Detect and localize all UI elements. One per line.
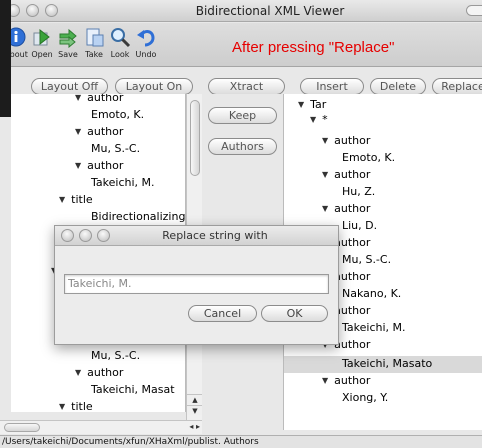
- tree-node[interactable]: ▼author: [75, 159, 123, 172]
- layout-on-button[interactable]: Layout On: [115, 78, 193, 95]
- save-button[interactable]: Save: [54, 26, 82, 59]
- magnifier-icon: [111, 28, 131, 48]
- disclosure-triangle-icon[interactable]: ▼: [310, 115, 316, 124]
- look-label: Look: [110, 50, 130, 59]
- layout-off-button[interactable]: Layout Off: [31, 78, 108, 95]
- tree-node[interactable]: ▼author: [75, 125, 123, 138]
- app-window: Bidirectional XML Viewer About Open Save…: [0, 0, 482, 448]
- tree-node[interactable]: ▼ title: [59, 193, 93, 206]
- tree-text-selected[interactable]: Takeichi, Masato: [342, 357, 432, 370]
- toolbar: About Open Save Take Look Undo After pre…: [0, 23, 482, 67]
- open-arrow-icon: [33, 28, 50, 46]
- replace-string-input[interactable]: Takeichi, M.: [64, 274, 329, 294]
- xtract-button[interactable]: Xtract: [208, 78, 285, 95]
- tree-node[interactable]: ▼ Tar: [298, 98, 326, 111]
- save-arrows-icon: [59, 28, 77, 48]
- tree-text[interactable]: Bidirectionalizing: [91, 210, 185, 223]
- disclosure-triangle-icon[interactable]: ▼: [298, 100, 304, 109]
- scroll-thumb[interactable]: [190, 100, 200, 176]
- horizontal-scroll-thumb[interactable]: [4, 423, 40, 432]
- look-button[interactable]: Look: [106, 26, 134, 59]
- take-button[interactable]: Take: [80, 26, 108, 59]
- open-label: Open: [31, 50, 53, 59]
- tree-text[interactable]: Hu, Z.: [342, 185, 375, 198]
- take-document-icon: [86, 28, 104, 47]
- ok-button[interactable]: OK: [261, 305, 328, 322]
- open-button[interactable]: Open: [28, 26, 56, 59]
- disclosure-triangle-icon[interactable]: ▼: [75, 94, 81, 102]
- button-row: Layout Off Layout On Xtract Insert Delet…: [0, 68, 482, 95]
- tree-text[interactable]: Emoto, K.: [91, 108, 144, 121]
- disclosure-triangle-icon[interactable]: ▼: [59, 402, 65, 411]
- replace-dialog: Replace string with Takeichi, M. Cancel …: [54, 225, 339, 345]
- window-title: Bidirectional XML Viewer: [195, 4, 345, 18]
- delete-button[interactable]: Delete: [370, 78, 426, 95]
- tree-node[interactable]: ▼ *: [310, 113, 328, 126]
- tree-text[interactable]: Mu, S.-C.: [91, 349, 140, 362]
- left-horizontal-scrollbar[interactable]: ◂ ▸: [0, 420, 202, 434]
- save-label: Save: [58, 50, 78, 59]
- disclosure-triangle-icon[interactable]: ▼: [75, 161, 81, 170]
- tree-text[interactable]: Takeichi, M.: [91, 176, 155, 189]
- tree-text[interactable]: Nakano, K.: [342, 287, 401, 300]
- undo-arrow-icon: [137, 30, 155, 47]
- dialog-minimize-icon[interactable]: [79, 229, 92, 242]
- disclosure-triangle-icon[interactable]: ▼: [322, 204, 328, 213]
- replace-button[interactable]: Replace: [432, 78, 482, 95]
- tree-node[interactable]: ▼author: [75, 366, 123, 379]
- tree-text[interactable]: Xiong, Y.: [342, 391, 388, 404]
- minimize-window-icon[interactable]: [26, 4, 39, 17]
- zoom-window-icon[interactable]: [45, 4, 58, 17]
- tree-text[interactable]: Mu, S.-C.: [342, 253, 391, 266]
- keep-button[interactable]: Keep: [208, 107, 277, 124]
- tree-text[interactable]: Takeichi, M.: [342, 321, 406, 334]
- dialog-close-icon[interactable]: [61, 229, 74, 242]
- disclosure-triangle-icon[interactable]: ▼: [75, 127, 81, 136]
- tree-node[interactable]: ▼ title: [59, 400, 93, 412]
- tree-text[interactable]: Emoto, K.: [342, 151, 395, 164]
- disclosure-triangle-icon[interactable]: ▼: [59, 195, 65, 204]
- tree-text[interactable]: Mu, S.-C.: [91, 142, 140, 155]
- authors-button[interactable]: Authors: [208, 138, 277, 155]
- scroll-down-icon[interactable]: ▼: [187, 405, 203, 415]
- tree-text[interactable]: Liu, D.: [342, 219, 377, 232]
- dialog-title: Replace string with: [162, 229, 268, 242]
- undo-button[interactable]: Undo: [132, 26, 160, 59]
- tree-text[interactable]: Takeichi, Masat: [91, 383, 175, 396]
- disclosure-triangle-icon[interactable]: ▼: [322, 170, 328, 179]
- scroll-up-icon[interactable]: ▲: [187, 394, 203, 404]
- tree-node[interactable]: ▼author: [322, 134, 370, 147]
- background-edge: [0, 0, 11, 117]
- dialog-title-bar: Replace string with: [55, 226, 338, 246]
- tree-node[interactable]: ▼author: [322, 374, 370, 387]
- scroll-left-right-icon[interactable]: ◂ ▸: [189, 422, 200, 431]
- disclosure-triangle-icon[interactable]: ▼: [75, 368, 81, 377]
- status-bar: /Users/takeichi/Documents/xfun/XHaXml/pu…: [0, 435, 482, 448]
- title-bar: Bidirectional XML Viewer: [0, 0, 482, 22]
- undo-label: Undo: [135, 50, 157, 59]
- tree-node[interactable]: ▼author: [322, 202, 370, 215]
- toolbar-toggle-button[interactable]: [466, 5, 482, 16]
- cancel-button[interactable]: Cancel: [188, 305, 257, 322]
- annotation-note: After pressing "Replace": [232, 39, 395, 56]
- tree-node[interactable]: ▼author: [75, 94, 123, 104]
- take-label: Take: [85, 50, 103, 59]
- dialog-zoom-icon[interactable]: [97, 229, 110, 242]
- disclosure-triangle-icon[interactable]: ▼: [322, 136, 328, 145]
- tree-node[interactable]: ▼author: [322, 168, 370, 181]
- insert-button[interactable]: Insert: [300, 78, 364, 95]
- disclosure-triangle-icon[interactable]: ▼: [322, 376, 328, 385]
